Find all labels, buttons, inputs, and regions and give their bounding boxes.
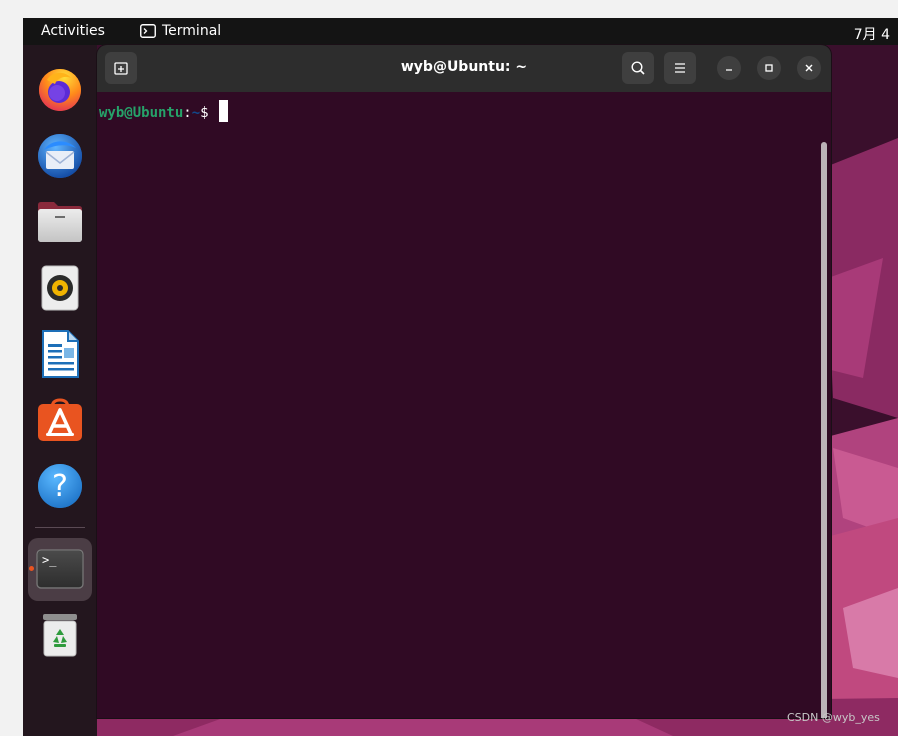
watermark: CSDN @wyb_yes (787, 711, 880, 724)
dock-item-terminal[interactable]: >_ (36, 545, 84, 593)
dock-item-trash[interactable] (36, 611, 84, 659)
scrollbar[interactable] (821, 142, 827, 718)
prompt-user-host: wyb@Ubuntu (99, 105, 184, 121)
menu-button[interactable] (664, 52, 696, 84)
firefox-icon (39, 69, 81, 111)
dock-item-files[interactable] (36, 198, 84, 246)
search-icon (631, 61, 645, 75)
files-icon (38, 202, 82, 242)
prompt-colon: : (183, 105, 192, 121)
writer-icon (42, 330, 79, 378)
dock-item-firefox[interactable] (36, 65, 84, 113)
dock-item-ubuntu-software[interactable] (36, 396, 84, 444)
close-button[interactable] (797, 56, 821, 80)
minimize-button[interactable] (717, 56, 741, 80)
maximize-icon (765, 64, 773, 72)
thunderbird-icon (38, 134, 82, 178)
dock-item-thunderbird[interactable] (36, 132, 84, 180)
close-icon (805, 64, 813, 72)
terminal-output-area[interactable]: wyb@Ubuntu:~$ (97, 92, 831, 718)
top-bar: Activities Terminal 7月 4 (23, 18, 898, 45)
dock-item-rhythmbox[interactable] (36, 264, 84, 312)
dock-item-libreoffice-writer[interactable] (36, 330, 84, 378)
help-icon: ? (38, 464, 82, 508)
terminal-glyph: >_ (42, 553, 57, 567)
minimize-icon (726, 69, 732, 71)
trash-icon (43, 614, 77, 657)
prompt-path: ~ (191, 105, 201, 121)
rhythmbox-icon (41, 265, 79, 311)
help-glyph: ? (52, 469, 68, 504)
window-headerbar[interactable]: wyb@Ubuntu: ~ (97, 45, 831, 92)
prompt-symbol: $ (200, 105, 218, 121)
dock-item-help[interactable]: ? (36, 462, 84, 510)
app-menu[interactable]: Terminal (140, 23, 221, 39)
text-cursor (219, 100, 229, 122)
dock-separator (35, 527, 85, 528)
hamburger-menu-icon (675, 63, 685, 73)
shell-prompt: wyb@Ubuntu:~$ (99, 100, 229, 122)
running-indicator (29, 566, 34, 571)
dock: ? >_ (23, 45, 97, 736)
terminal-small-icon (140, 24, 156, 38)
search-button[interactable] (622, 52, 654, 84)
app-menu-label: Terminal (162, 23, 222, 39)
activities-button[interactable]: Activities (41, 23, 105, 39)
terminal-icon: >_ (36, 549, 84, 589)
terminal-window: wyb@Ubuntu: ~ wyb@Ubuntu:~$ (97, 45, 831, 718)
software-store-icon (38, 398, 82, 441)
desktop-screen: Activities Terminal 7月 4 ? >_ wyb@Ubuntu… (23, 18, 898, 736)
maximize-button[interactable] (757, 56, 781, 80)
clock[interactable]: 7月 4 (854, 24, 890, 44)
